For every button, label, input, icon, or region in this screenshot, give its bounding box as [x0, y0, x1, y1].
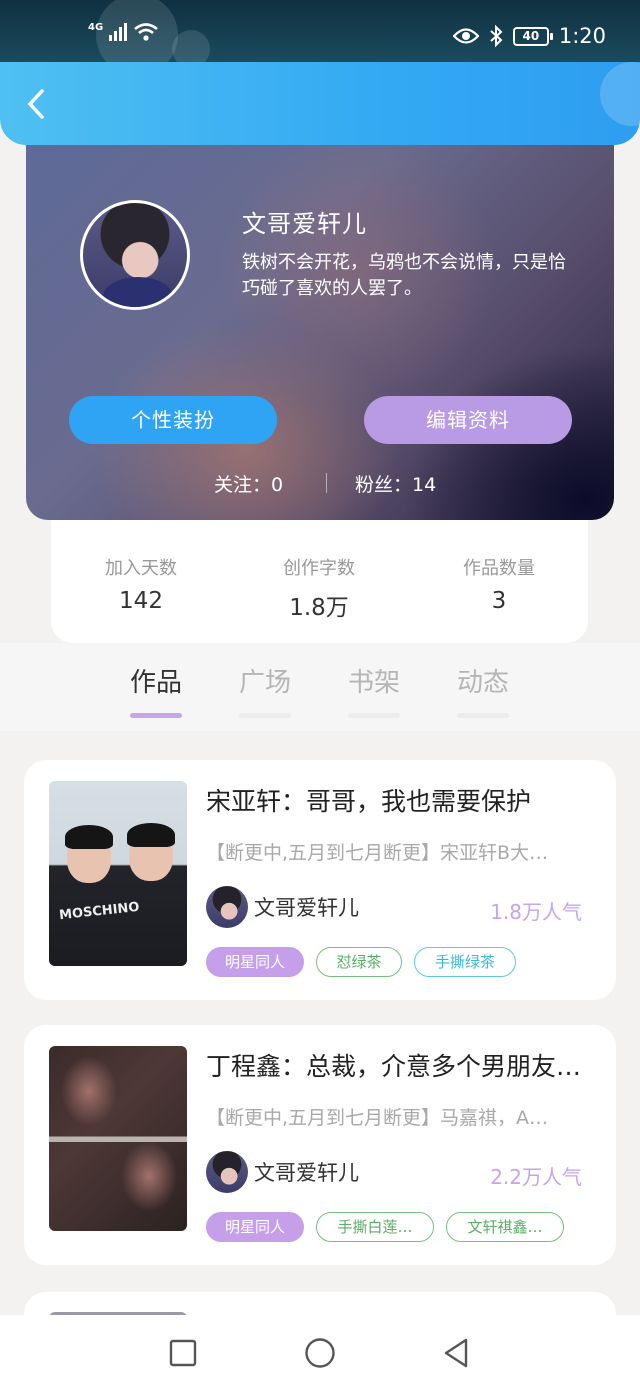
tab-indicator	[348, 713, 400, 718]
recents-button[interactable]	[163, 1333, 203, 1373]
system-nav-bar	[0, 1315, 640, 1387]
clock: 1:20	[558, 24, 606, 48]
tag[interactable]: 怼绿茶	[316, 947, 402, 977]
home-circle-icon	[305, 1338, 335, 1368]
eye-icon	[452, 28, 479, 44]
avatar	[206, 1151, 248, 1193]
tab-feed[interactable]: 动态	[448, 662, 518, 718]
stat-value: 1.8万	[289, 595, 349, 621]
stat-label: 作品数量	[463, 558, 535, 579]
work-title[interactable]: 丁程鑫：总裁，介意多个男朋友…	[206, 1047, 596, 1083]
divider	[326, 473, 327, 493]
tab-label: 书架	[347, 668, 400, 698]
tab-indicator	[457, 713, 509, 718]
tag-list: 明星同人 手撕白莲… 文轩祺鑫…	[206, 1212, 564, 1242]
back-button[interactable]	[18, 86, 54, 122]
recents-square-icon	[169, 1339, 197, 1367]
signal-icon	[109, 23, 128, 41]
tab-label: 动态	[456, 668, 509, 698]
work-description: 【断更中,五月到七月断更】马嘉祺，A…	[206, 1107, 549, 1129]
stats-panel: 加入天数 142 创作字数 1.8万 作品数量 3	[51, 510, 588, 643]
edit-profile-button[interactable]: 编辑资料	[364, 396, 572, 444]
work-description: 【断更中,五月到七月断更】宋亚轩B大…	[206, 842, 549, 864]
wifi-icon	[134, 23, 158, 41]
tag[interactable]: 明星同人	[206, 947, 304, 977]
work-title[interactable]: 宋亚轩：哥哥，我也需要保护	[206, 782, 596, 818]
tab-bookshelf[interactable]: 书架	[339, 662, 409, 718]
stat-value: 3	[491, 588, 507, 614]
status-bar: 4G 40 1:20	[0, 0, 640, 76]
avatar[interactable]	[80, 200, 190, 310]
tag[interactable]: 文轩祺鑫…	[446, 1212, 564, 1242]
work-author[interactable]: 文哥爱轩儿	[206, 886, 359, 928]
chevron-left-icon	[27, 89, 44, 119]
work-popularity: 1.8万人气	[490, 900, 582, 924]
dress-up-button[interactable]: 个性装扮	[69, 396, 277, 444]
cover-text: MOSCHINO	[58, 899, 141, 924]
work-card[interactable]: 丁程鑫：总裁，介意多个男朋友… 【断更中,五月到七月断更】马嘉祺，A… 文哥爱轩…	[24, 1025, 616, 1265]
stat-value: 142	[119, 588, 163, 614]
work-popularity: 2.2万人气	[490, 1165, 582, 1189]
stat-label: 创作字数	[283, 558, 355, 579]
back-triangle-icon	[444, 1338, 468, 1368]
following-count[interactable]: 关注：0	[214, 470, 283, 497]
work-cover-image[interactable]	[49, 1046, 187, 1231]
stat-join-days: 加入天数 142	[61, 554, 221, 614]
tab-indicator	[130, 713, 182, 718]
tag-list: 明星同人 怼绿茶 手撕绿茶	[206, 947, 516, 977]
tag[interactable]: 手撕白莲…	[316, 1212, 434, 1242]
battery-icon: 40	[512, 26, 553, 46]
tab-label: 作品	[129, 668, 182, 698]
tab-indicator	[239, 713, 291, 718]
tab-bar: 作品 广场 书架 动态	[0, 650, 640, 730]
fans-count[interactable]: 粉丝：14	[355, 470, 436, 497]
tab-label: 广场	[238, 668, 291, 698]
tag[interactable]: 手撕绿茶	[414, 947, 516, 977]
tag[interactable]: 明星同人	[206, 1212, 304, 1242]
status-right: 40 1:20	[452, 24, 606, 48]
avatar	[206, 886, 248, 928]
stat-label: 加入天数	[105, 558, 177, 579]
tab-square[interactable]: 广场	[230, 662, 300, 718]
top-nav	[0, 62, 640, 145]
stat-works-count: 作品数量 3	[419, 554, 579, 614]
profile-bio: 铁树不会开花，乌鸦也不会说情，只是恰巧碰了喜欢的人罢了。	[242, 252, 566, 299]
status-left: 4G	[88, 22, 159, 42]
author-name: 文哥爱轩儿	[254, 1161, 359, 1185]
back-nav-button[interactable]	[436, 1333, 476, 1373]
profile-card: 文哥爱轩儿 铁树不会开花，乌鸦也不会说情，只是恰巧碰了喜欢的人罢了。 个性装扮 …	[26, 120, 614, 520]
tab-works[interactable]: 作品	[121, 662, 191, 718]
work-author[interactable]: 文哥爱轩儿	[206, 1151, 359, 1193]
work-cover-image[interactable]: MOSCHINO	[49, 781, 187, 966]
author-name: 文哥爱轩儿	[254, 896, 359, 920]
network-type: 4G	[88, 22, 104, 33]
bluetooth-icon	[490, 25, 503, 47]
work-card[interactable]: MOSCHINO 宋亚轩：哥哥，我也需要保护 【断更中,五月到七月断更】宋亚轩B…	[24, 760, 616, 1000]
stat-word-count: 创作字数 1.8万	[239, 554, 399, 622]
home-button[interactable]	[300, 1333, 340, 1373]
profile-name: 文哥爱轩儿	[242, 210, 367, 238]
